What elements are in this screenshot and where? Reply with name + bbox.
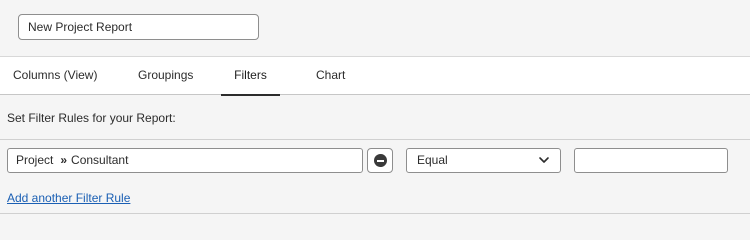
report-header — [0, 0, 750, 57]
add-filter-rule-link[interactable]: Add another Filter Rule — [7, 191, 130, 205]
tab-chart[interactable]: Chart — [316, 57, 345, 95]
filter-operator-value: Equal — [417, 153, 448, 167]
breadcrumb-separator-icon: » — [60, 153, 68, 167]
report-tabs: Columns (View) Groupings Filters Chart — [0, 57, 750, 96]
report-name-input[interactable] — [18, 14, 259, 40]
remove-filter-rule-button[interactable] — [367, 148, 393, 173]
tab-filters[interactable]: Filters — [221, 57, 280, 96]
tab-columns-view[interactable]: Columns (View) — [13, 57, 97, 95]
filter-operator-select[interactable]: Equal — [406, 148, 561, 173]
filter-field-parent: Project — [16, 153, 54, 167]
filter-rules-heading: Set Filter Rules for your Report: — [7, 111, 176, 125]
filter-field-selector[interactable]: Project » Consultant — [7, 148, 363, 173]
filter-value-input[interactable] — [574, 148, 728, 173]
chevron-down-icon — [539, 157, 549, 163]
tab-groupings[interactable]: Groupings — [138, 57, 193, 95]
minus-circle-icon — [374, 154, 387, 167]
filter-field-child: Consultant — [71, 153, 129, 167]
